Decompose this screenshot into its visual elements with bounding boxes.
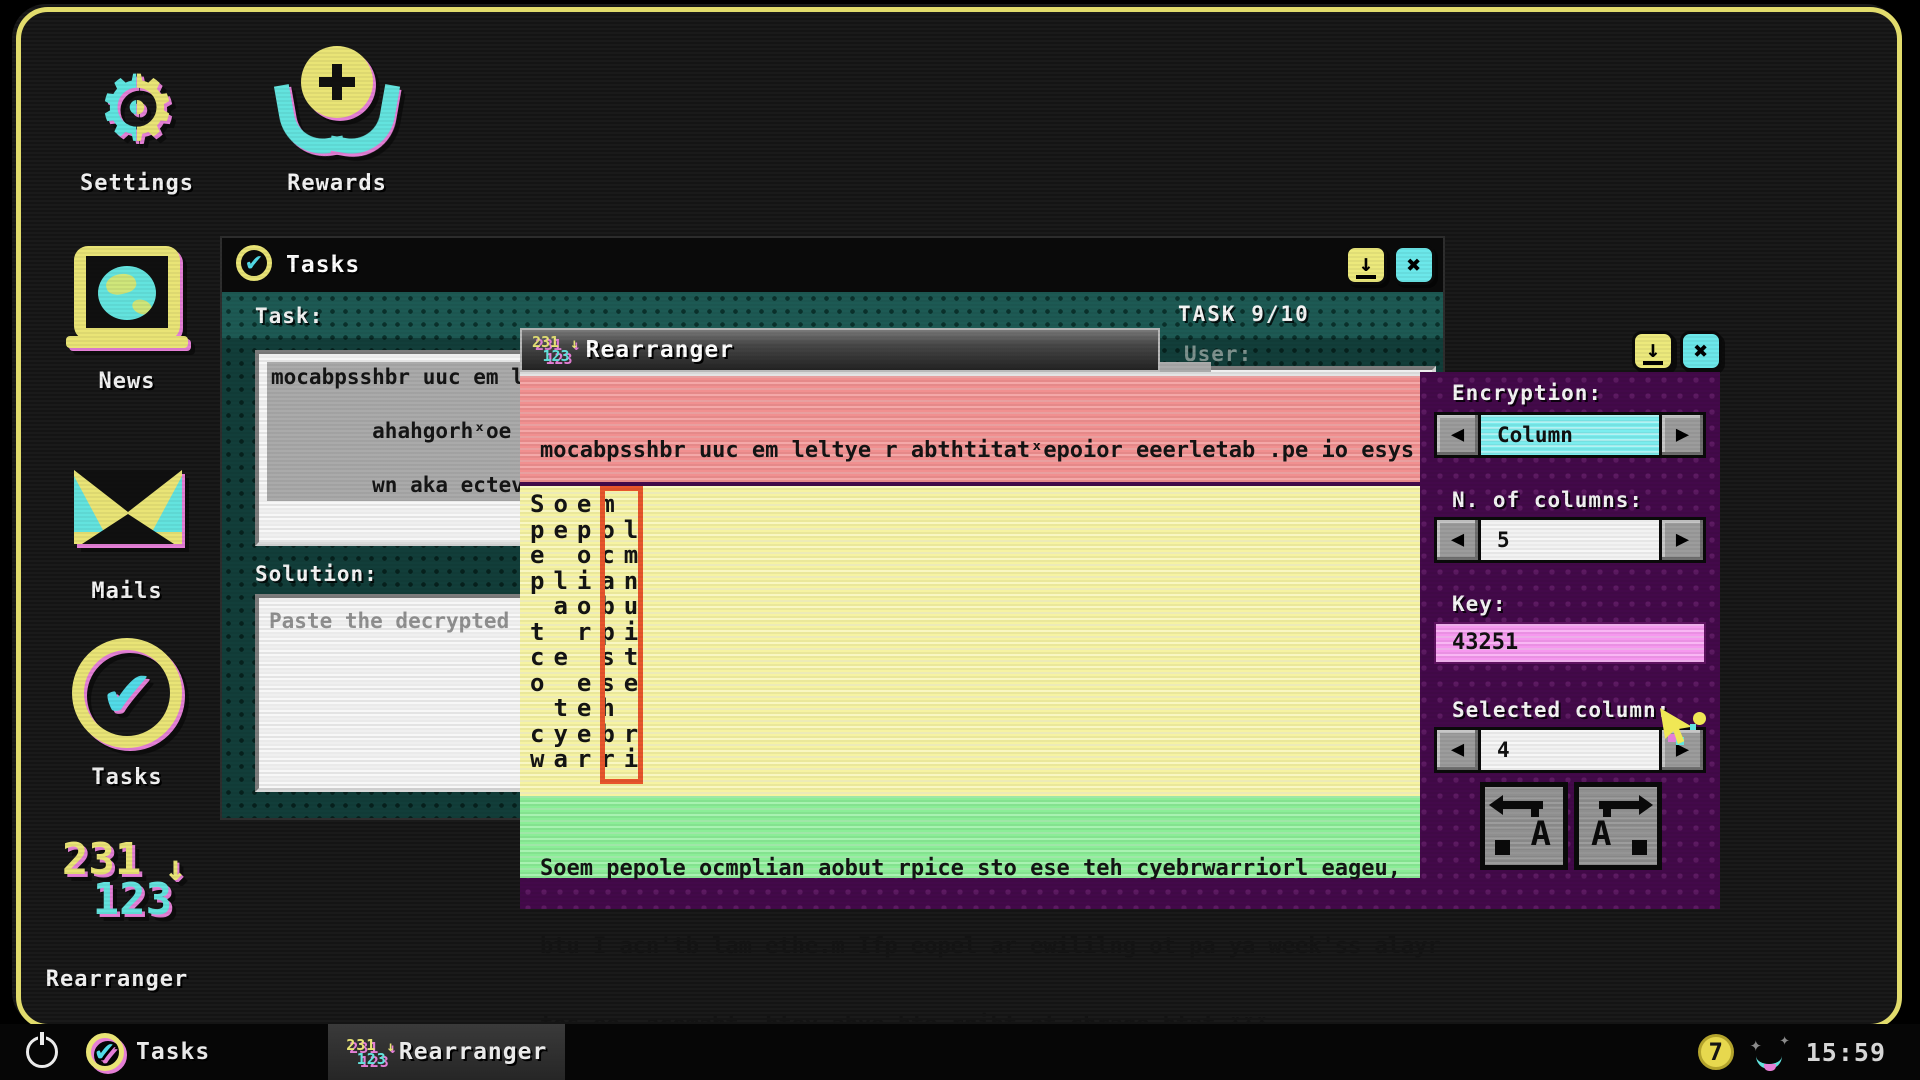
solution-label: Solution: bbox=[255, 564, 378, 585]
desktop-icon-rewards[interactable]: Rewards bbox=[262, 44, 412, 196]
task-counter: TASK 9/10 bbox=[1178, 304, 1310, 325]
encrypted-text-panel: mocabpsshbr uuc em leltye r abthtitatˣep… bbox=[520, 372, 1420, 482]
desktop-icon-tasks[interactable]: ✔ Tasks bbox=[52, 632, 202, 790]
column-grid-panel[interactable]: Soem pepol e ocm plian aobu t rpi ce st … bbox=[520, 486, 1420, 796]
tasks-clock-icon: ✔ bbox=[52, 632, 202, 756]
move-letter-left-button[interactable]: A bbox=[1480, 782, 1568, 870]
settings-gear-icon: ⚙ ⚙ bbox=[62, 44, 212, 162]
encryption-label: Encryption: bbox=[1452, 383, 1602, 404]
decrypted-text-panel: Soem pepole ocmplian aobut rpice sto ese… bbox=[520, 796, 1420, 878]
icon-label: Settings bbox=[62, 172, 212, 196]
task-label: Task: bbox=[255, 306, 323, 327]
decrypted-line: Soem pepole ocmplian aobut rpice sto ese… bbox=[530, 856, 1420, 882]
mail-envelope-icon bbox=[52, 452, 202, 570]
desktop-icon-rearranger[interactable]: 231 ↓ 123 Rearranger bbox=[42, 832, 192, 992]
game-desktop: ⚙ ⚙ Settings Rewards News Mails ✔ Tasks … bbox=[0, 0, 1920, 1080]
decrypted-line: btu I acn'tb lam ethe.m Ifp eopel ar ewi… bbox=[530, 934, 1420, 960]
spin-left-button[interactable]: ◀ bbox=[1434, 517, 1481, 563]
icon-label: Tasks bbox=[52, 766, 202, 790]
key-label: Key: bbox=[1452, 594, 1507, 615]
spin-right-button[interactable]: ▶ bbox=[1659, 517, 1706, 563]
rewards-hands-icon bbox=[262, 44, 412, 162]
move-letter-right-button[interactable]: A bbox=[1574, 782, 1662, 870]
close-button[interactable]: ✖ bbox=[1393, 245, 1435, 285]
desktop-icon-settings[interactable]: ⚙ ⚙ Settings bbox=[62, 44, 212, 196]
news-tv-icon bbox=[52, 242, 202, 360]
selected-column-spinner: ◀ 4 ▶ bbox=[1434, 727, 1706, 773]
encryption-value[interactable]: Column bbox=[1481, 412, 1659, 458]
window-title: Tasks bbox=[286, 254, 360, 277]
taskbar-item-tasks[interactable]: ✔ Tasks bbox=[68, 1024, 228, 1080]
taskbar: ✔ Tasks 231 ↓ 123 Rearranger 7 ✦ ✦ 15:59 bbox=[0, 1024, 1920, 1080]
sparkle-tray-icon[interactable]: ✦ ✦ bbox=[1750, 1032, 1790, 1072]
system-tray: 7 ✦ ✦ 15:59 bbox=[1698, 1032, 1920, 1072]
columns-spinner: ◀ 5 ▶ bbox=[1434, 517, 1706, 563]
icon-label: Mails bbox=[52, 580, 202, 604]
icon-label: News bbox=[52, 370, 202, 394]
rearranger-window-titlebar[interactable]: 231 ↓ 123 Rearranger bbox=[520, 328, 1160, 372]
tasks-clock-icon: ✔ bbox=[86, 1033, 124, 1071]
minimize-button[interactable]: ↓ bbox=[1632, 331, 1674, 371]
spin-left-button[interactable]: ◀ bbox=[1434, 727, 1481, 773]
rearranger-window-body: mocabpsshbr uuc em leltye r abthtitatˣep… bbox=[520, 372, 1720, 909]
rearranger-numbers-icon: 231 ↓ 123 bbox=[532, 335, 570, 365]
key-field[interactable]: 43251 bbox=[1434, 622, 1706, 664]
tasks-window-titlebar[interactable]: ✔ Tasks ↓ ✖ bbox=[222, 238, 1443, 292]
taskbar-clock: 15:59 bbox=[1806, 1040, 1886, 1065]
rearranger-numbers-icon: 231 ↓ 123 bbox=[42, 832, 192, 958]
encrypted-line: mocabpsshbr uuc em leltye r abthtitatˣep… bbox=[530, 438, 1420, 464]
rearranger-numbers-icon: 231 ↓ 123 bbox=[346, 1038, 387, 1067]
selected-column-label: Selected column: bbox=[1452, 700, 1670, 721]
desktop-icon-news[interactable]: News bbox=[52, 242, 202, 394]
close-button[interactable]: ✖ bbox=[1680, 331, 1722, 371]
desktop-icon-mails[interactable]: Mails bbox=[52, 452, 202, 604]
taskbar-item-label: Tasks bbox=[136, 1041, 210, 1064]
spin-right-button[interactable]: ▶ bbox=[1659, 412, 1706, 458]
rearranger-window: 231 ↓ 123 Rearranger ↓ ✖ mocabpsshbr uuc… bbox=[520, 328, 1720, 909]
icon-label: Rearranger bbox=[42, 968, 192, 992]
window-title: Rearranger bbox=[586, 339, 734, 362]
spin-left-button[interactable]: ◀ bbox=[1434, 412, 1481, 458]
columns-value[interactable]: 5 bbox=[1481, 517, 1659, 563]
power-button[interactable] bbox=[26, 1036, 58, 1068]
selected-column-highlight bbox=[600, 486, 643, 784]
coin-counter[interactable]: 7 bbox=[1698, 1034, 1734, 1070]
taskbar-item-label: Rearranger bbox=[399, 1041, 547, 1064]
controls-panel: Encryption: ◀ Column ▶ N. of columns: ◀ … bbox=[1420, 372, 1720, 909]
columns-label: N. of columns: bbox=[1452, 490, 1643, 511]
tasks-clock-icon: ✔ bbox=[236, 245, 272, 285]
encryption-spinner: ◀ Column ▶ bbox=[1434, 412, 1706, 458]
solution-placeholder: Paste the decrypted bbox=[269, 609, 509, 633]
icon-label: Rewards bbox=[262, 172, 412, 196]
selected-column-value[interactable]: 4 bbox=[1481, 727, 1659, 773]
minimize-button[interactable]: ↓ bbox=[1345, 245, 1387, 285]
taskbar-item-rearranger[interactable]: 231 ↓ 123 Rearranger bbox=[328, 1024, 565, 1080]
spin-right-button[interactable]: ▶ bbox=[1659, 727, 1706, 773]
